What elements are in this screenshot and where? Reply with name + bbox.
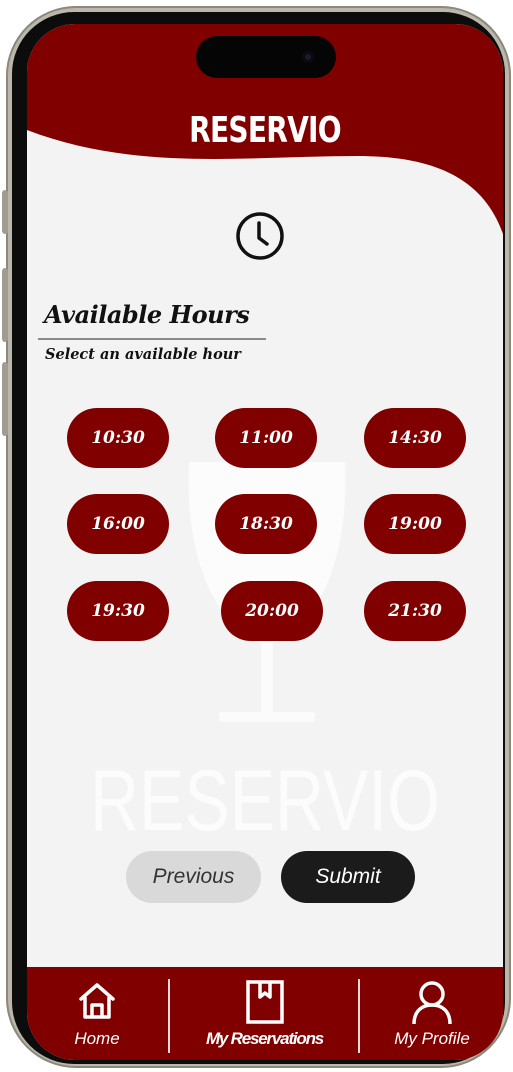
tab-my-profile-label: My Profile [394,1029,470,1048]
hour-button-1430[interactable]: 14:30 [364,408,466,468]
hour-button-1930[interactable]: 19:30 [67,581,169,641]
hour-button-1100[interactable]: 11:00 [215,408,317,468]
section-title: Available Hours [44,300,250,329]
tab-my-reservations[interactable]: My Reservations [177,967,352,1060]
tab-home[interactable]: Home [47,967,147,1060]
app-screen: RESERVIO RESERVIO Available Hours Select… [27,24,503,1060]
hour-button-1830[interactable]: 18:30 [215,494,317,554]
clock-icon [236,212,284,260]
home-icon [79,983,115,1019]
hour-button-2000[interactable]: 20:00 [221,581,323,641]
previous-button[interactable]: Previous [126,851,261,903]
hour-button-1600[interactable]: 16:00 [67,494,169,554]
dynamic-island [196,36,336,78]
mute-switch [2,190,8,234]
section-divider [38,338,266,340]
camera-icon [302,51,314,63]
watermark-text: RESERVIO [90,753,440,849]
submit-button[interactable]: Submit [281,851,415,903]
hour-button-1030[interactable]: 10:30 [67,408,169,468]
app-title: RESERVIO [189,110,341,151]
tab-home-label: Home [74,1029,120,1048]
tab-divider [358,979,360,1053]
tab-divider [168,979,170,1053]
section-subtitle: Select an available hour [45,346,241,363]
user-icon [412,981,452,1025]
hour-button-2130[interactable]: 21:30 [364,581,466,641]
bottom-tab-bar: Home My Reservations My Profile [27,967,503,1060]
hour-button-1900[interactable]: 19:00 [364,494,466,554]
volume-up-button [2,268,8,342]
bookmark-icon [245,980,284,1024]
volume-down-button [2,362,8,436]
tab-my-reservations-label: My Reservations [205,1029,324,1048]
tab-my-profile[interactable]: My Profile [367,967,497,1060]
